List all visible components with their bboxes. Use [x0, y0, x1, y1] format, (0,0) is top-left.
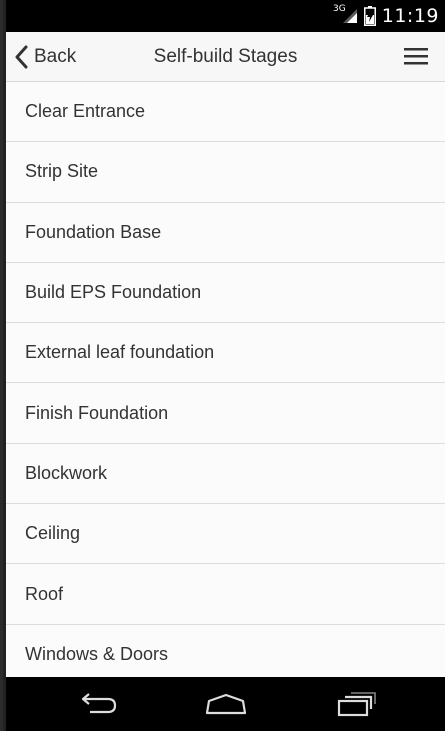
network-type-label: 3G	[333, 4, 346, 14]
menu-button[interactable]	[403, 44, 429, 68]
status-icons: 3G 11:19	[333, 0, 439, 32]
stage-item-finish-foundation[interactable]: Finish Foundation	[6, 383, 445, 444]
stage-label: Blockwork	[25, 462, 108, 483]
home-icon	[204, 692, 248, 716]
stage-item-strip-site[interactable]: Strip Site	[6, 142, 445, 203]
stage-label: Clear Entrance	[25, 101, 146, 122]
stage-item-build-eps-foundation[interactable]: Build EPS Foundation	[6, 263, 445, 324]
stage-label: Roof	[25, 583, 64, 604]
stage-label: Strip Site	[25, 161, 99, 182]
nav-back-button[interactable]	[58, 677, 138, 731]
hamburger-menu-icon	[403, 44, 429, 68]
nav-recent-apps-button[interactable]	[316, 677, 396, 731]
clock: 11:19	[381, 5, 439, 27]
stage-item-external-leaf-foundation[interactable]: External leaf foundation	[6, 323, 445, 384]
back-button[interactable]: Back	[14, 32, 76, 81]
stage-item-blockwork[interactable]: Blockwork	[6, 444, 445, 505]
stage-label: Build EPS Foundation	[25, 282, 202, 303]
stage-item-roof[interactable]: Roof	[6, 564, 445, 625]
stage-list: Clear Entrance Strip Site Foundation Bas…	[6, 82, 445, 677]
stage-label: Ceiling	[25, 523, 81, 544]
app-bar: Back Self-build Stages	[6, 32, 445, 82]
stage-label: Windows & Doors	[25, 643, 169, 664]
back-arrow-icon	[78, 692, 118, 716]
stage-label: External leaf foundation	[25, 342, 215, 363]
stage-item-clear-entrance[interactable]: Clear Entrance	[6, 82, 445, 143]
nav-home-button[interactable]	[186, 677, 266, 731]
recent-apps-icon	[335, 691, 377, 717]
stage-item-foundation-base[interactable]: Foundation Base	[6, 203, 445, 263]
device-frame: 3G 11:19 Back Self-build Stages Clear En…	[0, 0, 445, 731]
stage-label: Finish Foundation	[25, 402, 169, 423]
back-label: Back	[34, 45, 77, 67]
chevron-left-icon	[14, 45, 28, 69]
stage-item-ceiling[interactable]: Ceiling	[6, 504, 445, 565]
status-bar: 3G 11:19	[6, 0, 445, 32]
battery-icon	[363, 6, 376, 26]
stage-label: Foundation Base	[25, 221, 162, 242]
stage-item-windows-doors[interactable]: Windows & Doors	[6, 625, 445, 677]
system-nav-bar	[6, 677, 445, 731]
